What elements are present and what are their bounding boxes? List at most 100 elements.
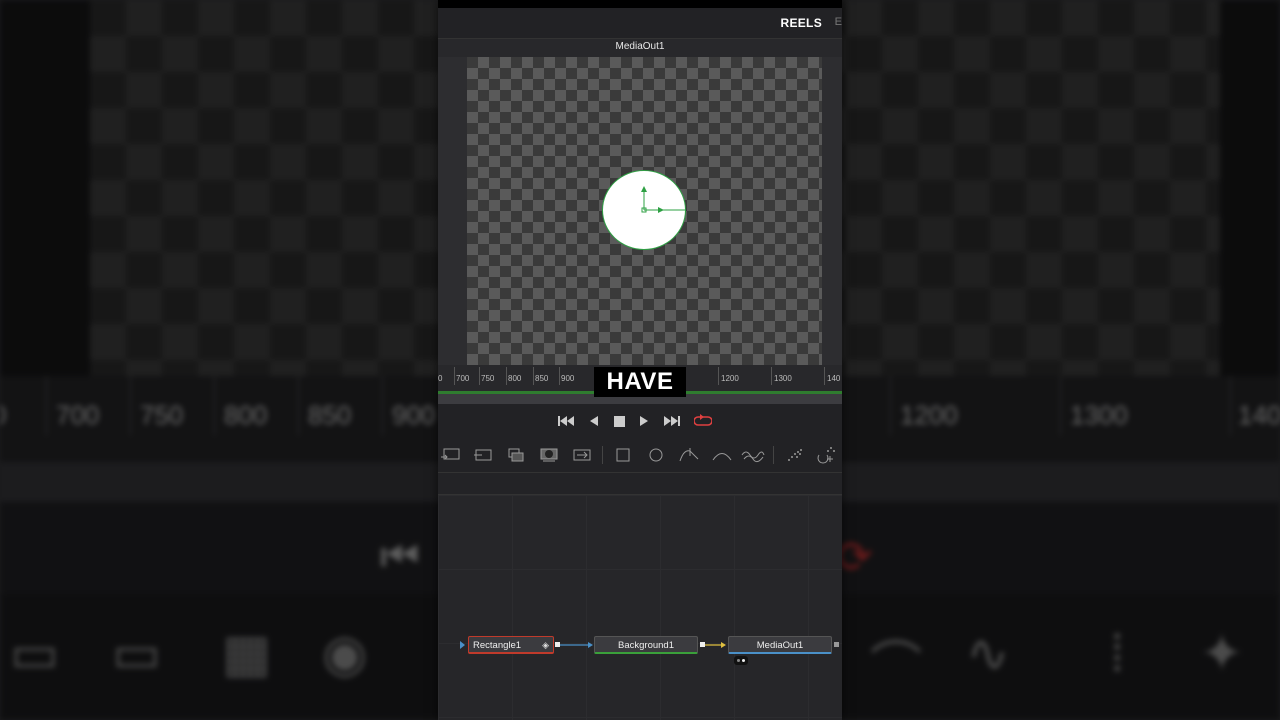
fusion-app-panel: REELS E MediaOut1 0 700 750 800 850 900	[438, 0, 842, 720]
bg-tool-icon: ▦	[222, 625, 272, 683]
loader-tool-icon	[573, 449, 591, 461]
mask-tool-button[interactable]	[537, 444, 561, 466]
bg-tool-icon: ◉	[322, 625, 368, 683]
bg-right-bar	[1220, 0, 1280, 376]
polygon-mask-icon	[679, 448, 699, 462]
header-separator: E	[834, 16, 842, 28]
viewer-canvas[interactable]	[467, 57, 822, 365]
bg-ruler-tick: 1300	[1070, 400, 1128, 430]
node-label: MediaOut1	[756, 640, 804, 651]
transform-gizmo-icon[interactable]	[602, 170, 686, 250]
skip-to-end-button[interactable]	[660, 412, 682, 430]
connection-arrow-icon	[588, 642, 593, 648]
ruler-tick: 850	[535, 374, 549, 383]
loop-icon	[694, 414, 712, 426]
play-reverse-button[interactable]	[583, 412, 605, 430]
bg-skip-to-start-icon: ⏮	[380, 532, 420, 581]
bg-tool-icon: ▭	[10, 625, 60, 683]
mask-tool-icon	[540, 448, 558, 462]
transform-tool-icon	[508, 448, 524, 462]
polygon-mask-button[interactable]	[677, 444, 701, 466]
bg-ruler-mark	[130, 376, 131, 436]
play-reverse-icon	[590, 416, 598, 426]
skip-to-start-button[interactable]	[556, 412, 578, 430]
ruler-mark	[506, 367, 507, 385]
rectangle-mask-button[interactable]	[611, 444, 635, 466]
viewer-title: MediaOut1	[615, 41, 665, 52]
bg-ruler-mark	[46, 376, 47, 436]
bg-left-bar	[0, 0, 90, 376]
caption-overlay: HAVE	[594, 367, 686, 397]
bg-tool-icon: ✦	[1200, 625, 1244, 683]
node-background1[interactable]: Background1	[594, 636, 698, 654]
ruler-tick: 800	[508, 374, 522, 383]
bspline-mask-icon	[712, 453, 732, 461]
output-port[interactable]	[834, 642, 839, 647]
loop-button[interactable]	[692, 412, 714, 430]
bg-ruler-tick: 1200	[900, 400, 958, 430]
top-strip	[438, 0, 842, 8]
bg-ruler-tick: 750	[140, 400, 184, 430]
skip-to-start-icon	[558, 416, 574, 426]
tool-bar	[438, 438, 842, 473]
stop-button[interactable]	[608, 412, 630, 430]
node-mask-toggle-icon[interactable]: ◈	[542, 637, 549, 654]
skip-to-end-icon	[664, 416, 680, 426]
loader-tool-button[interactable]	[570, 444, 594, 466]
bg-tool-icon: ∿	[966, 625, 1010, 683]
bg-ruler-tick: 850	[308, 400, 352, 430]
ruler-tick: 1200	[721, 374, 739, 383]
reels-tab[interactable]: REELS	[780, 16, 822, 30]
ruler-tick: 700	[456, 374, 470, 383]
ruler-mark	[559, 367, 560, 385]
background-tool-icon	[441, 448, 460, 460]
node-editor[interactable]: Rectangle1 ◈ Background1 MediaOut1	[438, 495, 842, 720]
play-button[interactable]	[633, 412, 655, 430]
bg-tool-icon: ⌒	[870, 638, 923, 696]
node-rectangle1[interactable]: Rectangle1 ◈	[468, 636, 554, 654]
bg-ruler-mark	[890, 376, 891, 436]
ruler-mark	[771, 367, 772, 385]
output-port[interactable]	[700, 642, 705, 647]
merge-tool-button[interactable]	[471, 444, 495, 466]
bg-tool-icon: ▭	[112, 625, 162, 683]
ellipse-mask-icon	[649, 448, 663, 462]
bg-ruler-tick: 700	[56, 400, 100, 430]
bg-ruler-mark	[298, 376, 299, 436]
viewer[interactable]	[438, 57, 842, 365]
paint-mask-icon	[741, 451, 765, 463]
bg-ruler-tick: 0	[0, 400, 6, 431]
top-bar: REELS E	[438, 8, 842, 38]
bg-tool-icon: ⁞	[1110, 625, 1125, 683]
viewer-header: MediaOut1	[438, 38, 842, 57]
rectangle-mask-icon	[616, 448, 630, 462]
node-editor-header	[438, 473, 842, 495]
ruler-tick: 1300	[774, 374, 792, 383]
merge-tool-icon	[474, 449, 492, 461]
ruler-mark	[479, 367, 480, 385]
bg-ruler-mark	[1060, 376, 1061, 436]
bspline-mask-button[interactable]	[710, 444, 734, 466]
ruler-tick: 0	[438, 374, 443, 383]
bg-ruler-tick: 800	[224, 400, 268, 430]
paint-mask-button[interactable]	[741, 444, 765, 466]
transform-tool-button[interactable]	[504, 444, 528, 466]
background-tool-button[interactable]	[438, 444, 462, 466]
pemitter-button[interactable]	[814, 444, 838, 466]
connection-arrow-icon	[721, 642, 726, 648]
bg-ruler-mark	[1230, 376, 1231, 436]
node-mediaout1[interactable]: MediaOut1	[728, 636, 832, 654]
play-icon	[640, 416, 648, 426]
bg-ruler-mark	[382, 376, 383, 436]
bg-ruler-mark	[214, 376, 215, 436]
output-port[interactable]	[555, 642, 560, 647]
ruler-mark	[454, 367, 455, 385]
bg-ruler-tick: 140	[1238, 400, 1280, 430]
ellipse-mask-button[interactable]	[644, 444, 668, 466]
view-indicator-icon[interactable]	[734, 656, 748, 665]
particles-button[interactable]	[783, 444, 807, 466]
ruler-mark	[824, 367, 825, 385]
bg-ruler-tick: 900	[392, 400, 436, 430]
stop-icon	[613, 415, 625, 427]
ruler-tick: 900	[561, 374, 575, 383]
